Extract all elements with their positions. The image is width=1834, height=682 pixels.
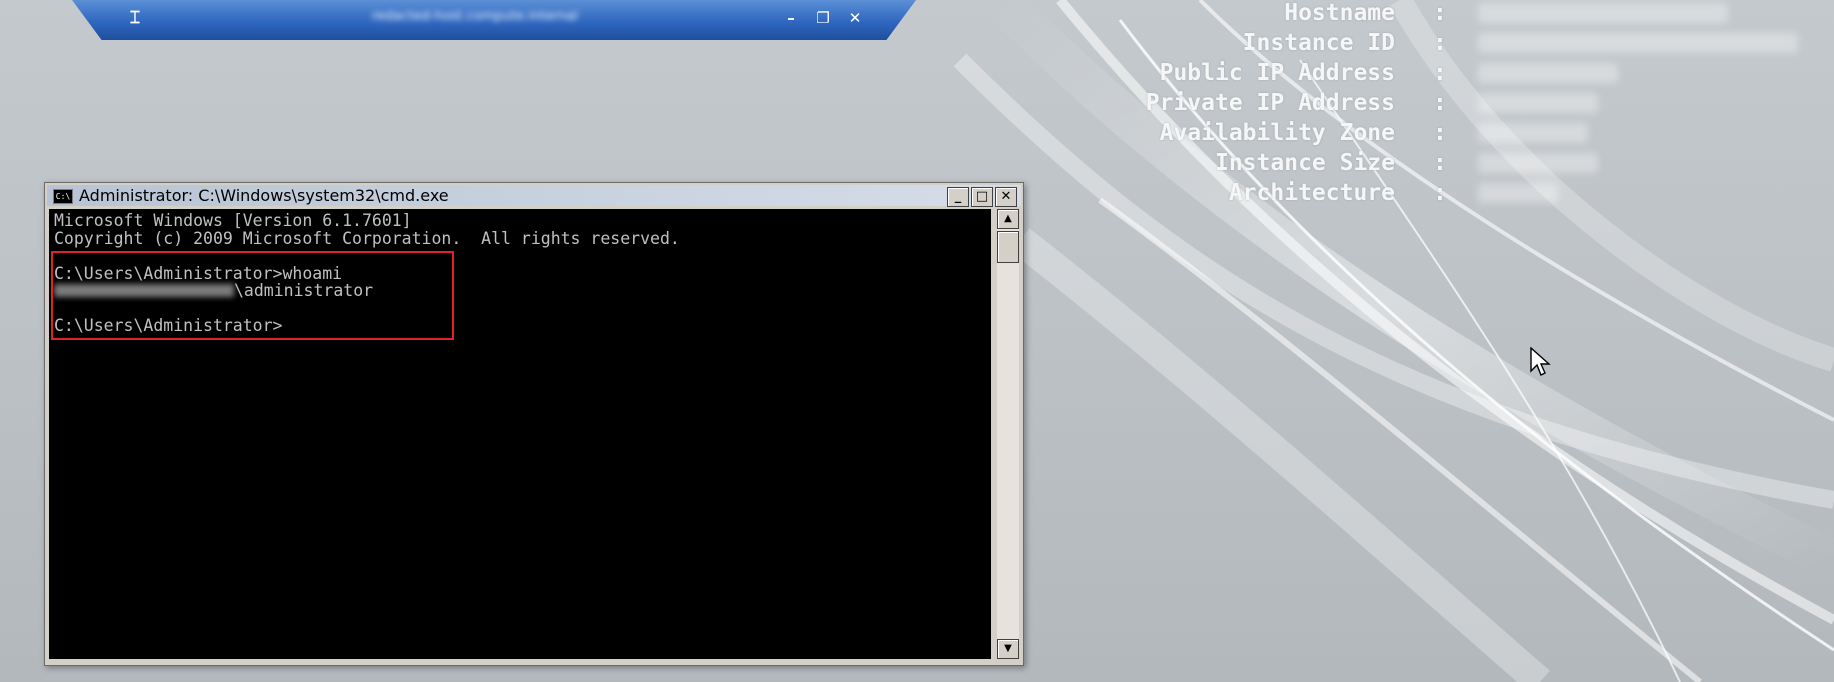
scroll-thumb[interactable] [997,231,1019,263]
pin-icon[interactable]: ⌶ [124,7,146,29]
info-colon: : [1433,120,1447,146]
info-row-architecture: Architecture : [1040,180,1820,210]
console-line-copyright: Copyright (c) 2009 Microsoft Corporation… [54,229,680,248]
console-line-version: Microsoft Windows [Version 6.1.7601] [54,211,412,230]
info-value-redacted [1478,183,1558,203]
remote-session-title: redacted-host.compute.internal [372,9,579,24]
cmd-app-icon: C:\ [53,189,73,204]
cmd-window-title: Administrator: C:\Windows\system32\cmd.e… [79,186,449,205]
info-colon: : [1433,60,1447,86]
info-value-redacted [1478,93,1598,113]
desktop: ⌶ redacted-host.compute.internal – ❐ ✕ H… [0,0,1834,682]
console-output[interactable]: Microsoft Windows [Version 6.1.7601] Cop… [49,209,991,659]
info-label: Instance Size [1214,150,1395,176]
info-row-instance-size: Instance Size : [1040,150,1820,180]
info-colon: : [1433,150,1447,176]
info-value-redacted [1478,3,1728,23]
info-label: Hostname [1284,0,1395,26]
remote-close-button[interactable]: ✕ [844,7,866,29]
scroll-up-button[interactable]: ▲ [997,209,1019,229]
info-colon: : [1433,90,1447,116]
info-colon: : [1433,30,1447,56]
info-value-redacted [1478,63,1618,83]
cmd-title-bar[interactable]: C:\ Administrator: C:\Windows\system32\c… [47,185,1021,207]
info-row-private-ip: Private IP Address : [1040,90,1820,120]
info-row-hostname: Hostname : [1040,0,1820,30]
highlight-box [51,251,454,340]
cmd-minimize-button[interactable]: _ [947,187,969,207]
info-colon: : [1433,180,1447,206]
info-value-redacted [1478,123,1588,143]
console-scrollbar[interactable]: ▲ ▼ [997,209,1019,659]
cmd-close-button[interactable]: ✕ [995,187,1017,207]
info-value-redacted [1478,33,1798,53]
remote-restore-button[interactable]: ❐ [812,7,834,29]
info-row-public-ip: Public IP Address : [1040,60,1820,90]
cmd-maximize-button[interactable]: □ [971,187,993,207]
info-row-availability-zone: Availability Zone : [1040,120,1820,150]
info-colon: : [1433,0,1447,26]
info-label: Instance ID [1242,30,1395,56]
scroll-down-button[interactable]: ▼ [997,639,1019,659]
info-label: Availability Zone [1159,120,1395,146]
info-label: Public IP Address [1159,60,1395,86]
info-label: Architecture [1228,180,1395,206]
info-value-redacted [1478,153,1598,173]
remote-minimize-button[interactable]: – [780,7,802,29]
info-label: Private IP Address [1145,90,1395,116]
cmd-window[interactable]: C:\ Administrator: C:\Windows\system32\c… [44,182,1024,666]
info-row-instance-id: Instance ID : [1040,30,1820,60]
mouse-cursor-icon [1530,347,1551,376]
remote-desktop-bar[interactable]: ⌶ redacted-host.compute.internal – ❐ ✕ [72,0,916,40]
